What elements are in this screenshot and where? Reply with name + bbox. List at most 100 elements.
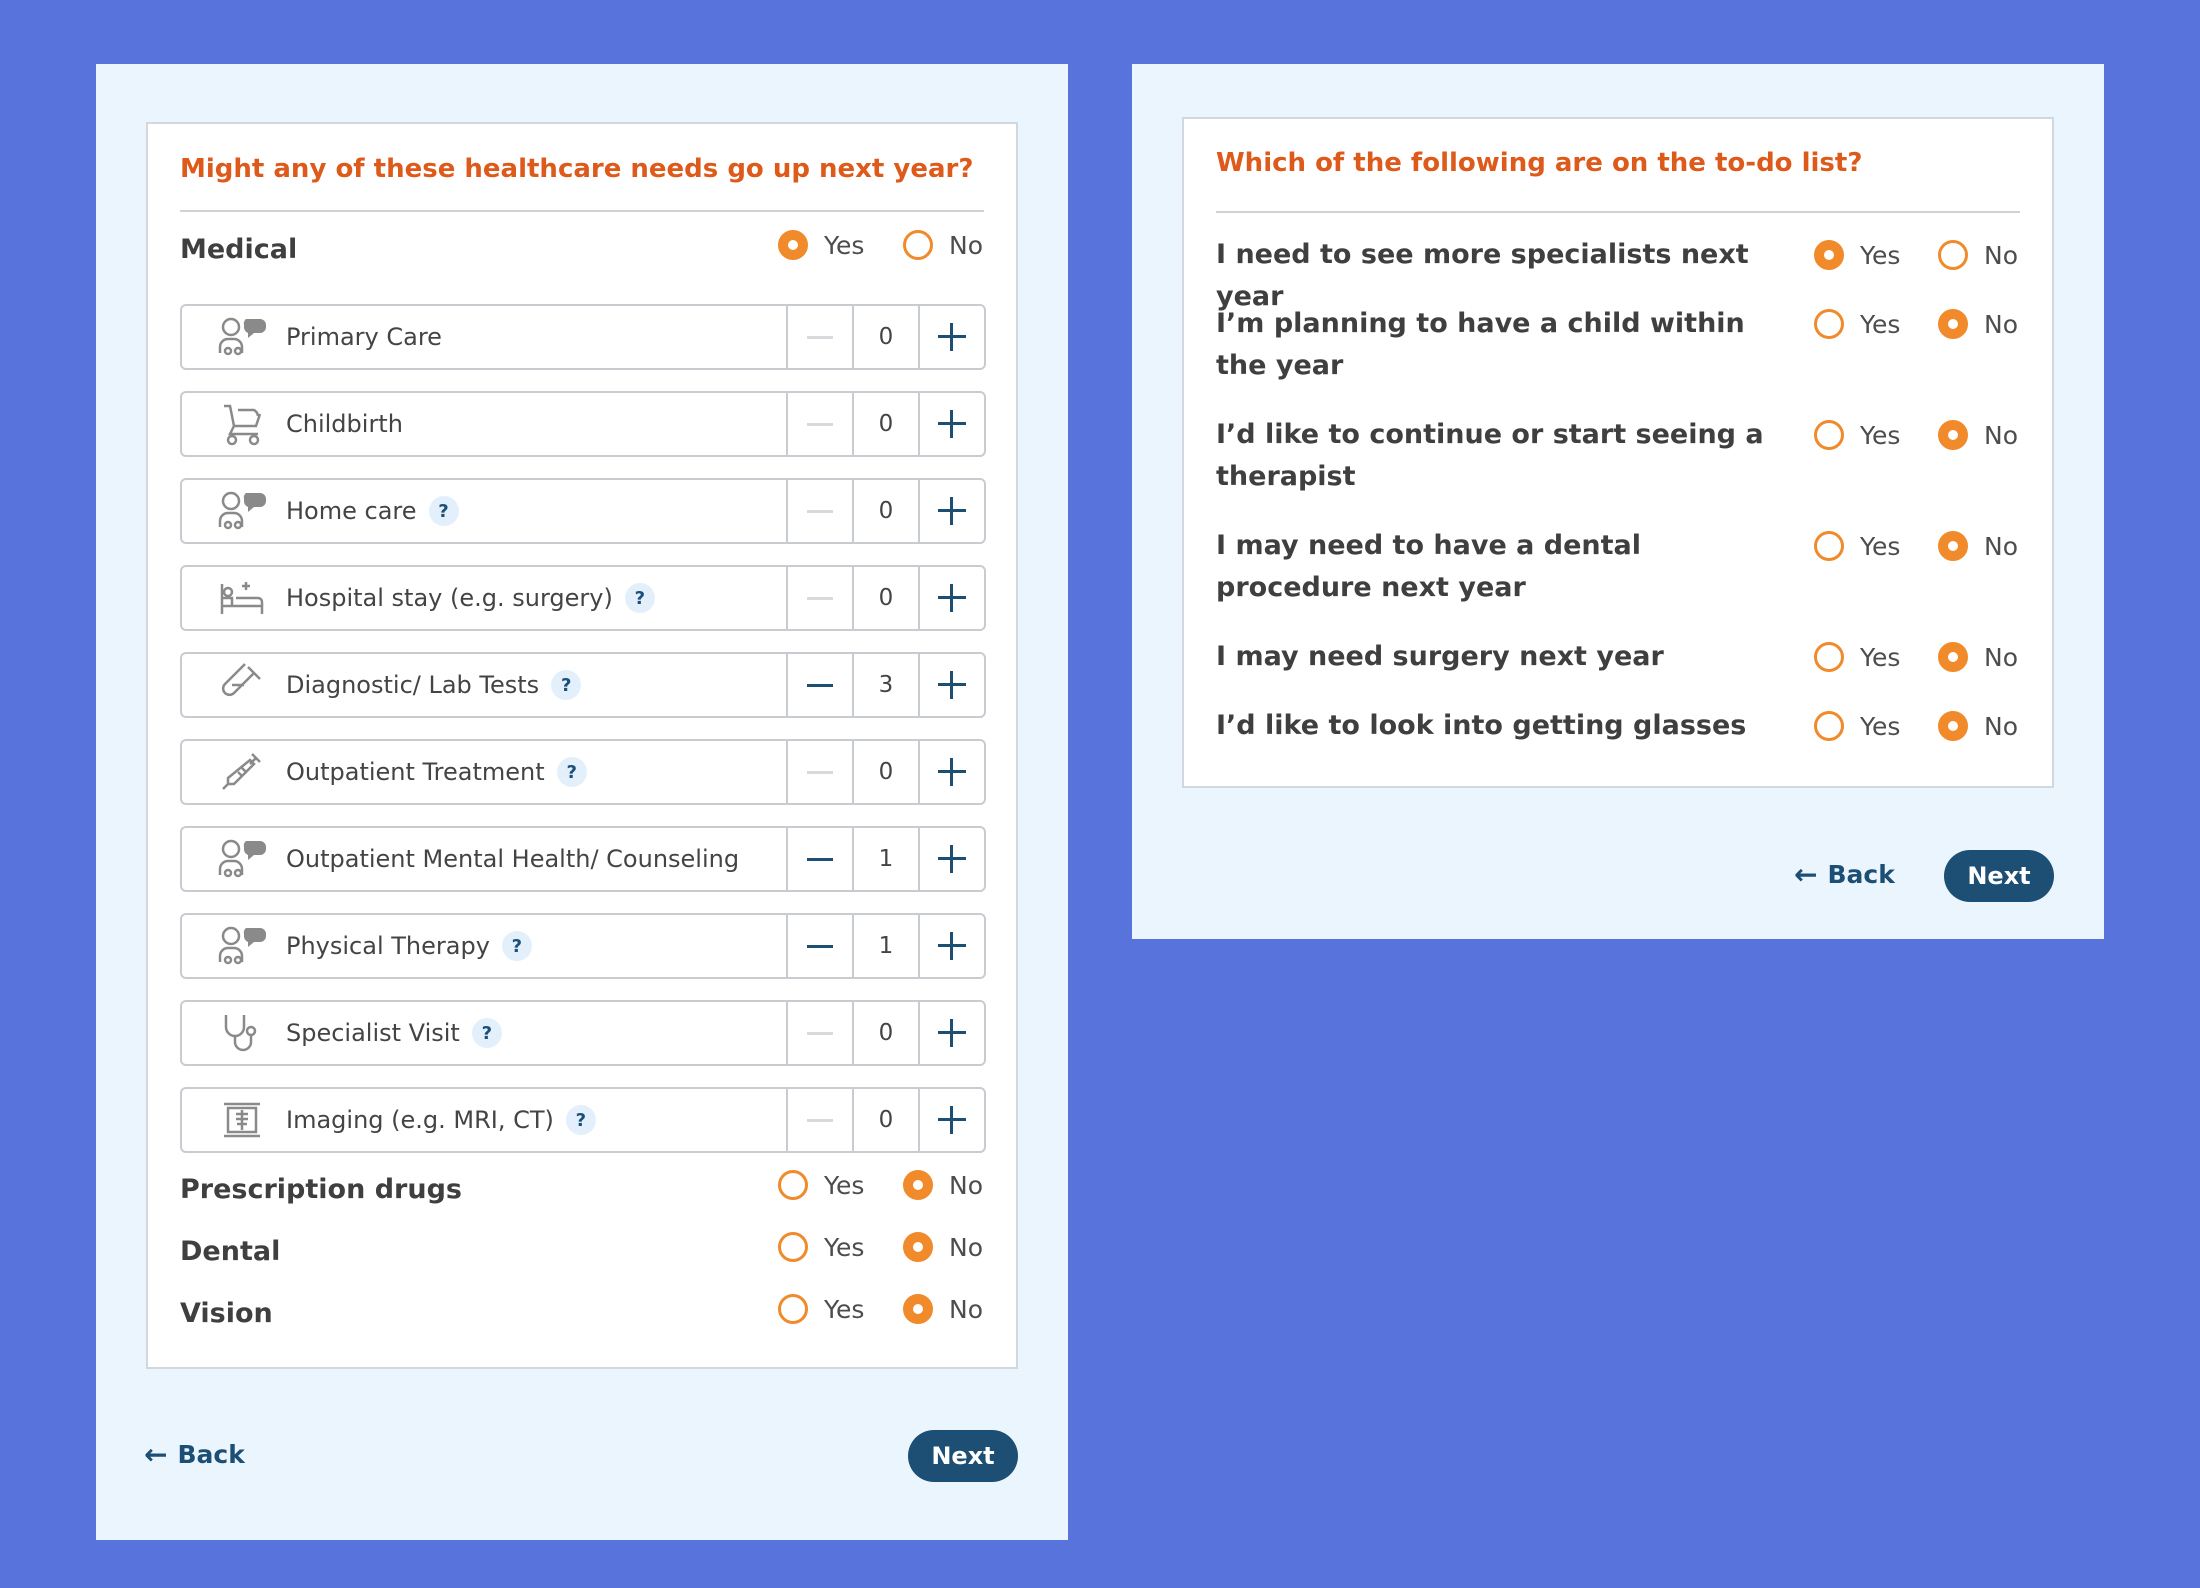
question-title: Which of the following are on the to-do … (1216, 148, 1863, 178)
quantity-stepper: 0 (786, 1002, 984, 1064)
service-label-text: Primary Care (286, 323, 442, 351)
medical-yes-radio[interactable]: Yes (778, 230, 903, 260)
radio-circle (778, 1170, 808, 1200)
plus-icon (938, 410, 966, 438)
todo-no-radio[interactable]: No (1938, 309, 2018, 339)
todo-no-radio[interactable]: No (1938, 642, 2018, 672)
next-button[interactable]: Next (1944, 850, 2054, 902)
prescription-yes-radio[interactable]: Yes (778, 1170, 903, 1200)
minus-icon (807, 422, 833, 426)
help-icon[interactable]: ? (565, 1105, 596, 1135)
todo-no-radio[interactable]: No (1938, 531, 2018, 561)
todo-item-label: I may need to have a dental procedure ne… (1216, 530, 1642, 603)
todo-item-label: I’m planning to have a child within the … (1216, 308, 1745, 381)
service-label-text: Hospital stay (e.g. surgery) (286, 584, 613, 612)
quantity-value: 0 (852, 306, 918, 368)
service-row-primary-care: Primary Care 0 (180, 304, 986, 370)
radio-label: No (949, 1170, 983, 1200)
back-button[interactable]: ← Back (144, 1438, 245, 1471)
decrement-button[interactable] (786, 393, 852, 455)
increment-button[interactable] (918, 828, 984, 890)
dental-yes-radio[interactable]: Yes (778, 1232, 903, 1262)
increment-button[interactable] (918, 915, 984, 977)
todo-yes-radio[interactable]: Yes (1814, 240, 1938, 270)
people-chat-icon (212, 315, 272, 359)
medical-label: Medical (180, 234, 298, 265)
help-icon[interactable]: ? (501, 931, 532, 961)
decrement-button[interactable] (786, 915, 852, 977)
radio-circle (1938, 711, 1968, 741)
quantity-value: 3 (852, 654, 918, 716)
increment-button[interactable] (918, 654, 984, 716)
radio-label: Yes (1860, 711, 1901, 741)
help-icon[interactable]: ? (428, 496, 459, 526)
plus-icon (938, 758, 966, 786)
radio-circle (1938, 531, 1968, 561)
decrement-button[interactable] (786, 1002, 852, 1064)
decrement-button[interactable] (786, 828, 852, 890)
back-button[interactable]: ← Back (1794, 858, 1895, 891)
todo-yes-radio[interactable]: Yes (1814, 642, 1938, 672)
xray-icon (212, 1098, 272, 1142)
quantity-stepper: 0 (786, 306, 984, 368)
radio-label: No (1984, 420, 2018, 450)
increment-button[interactable] (918, 1002, 984, 1064)
prescription-no-radio[interactable]: No (903, 1170, 983, 1200)
todo-yes-radio[interactable]: Yes (1814, 531, 1938, 561)
service-label-text: Outpatient Mental Health/ Counseling (286, 845, 740, 873)
todo-no-radio[interactable]: No (1938, 711, 2018, 741)
service-row-home-care: Home care? 0 (180, 478, 986, 544)
prescription-radio-group: Yes No (778, 1170, 983, 1200)
service-label-text: Childbirth (286, 410, 403, 438)
increment-button[interactable] (918, 306, 984, 368)
todo-yes-radio[interactable]: Yes (1814, 420, 1938, 450)
radio-circle (1814, 531, 1844, 561)
decrement-button[interactable] (786, 480, 852, 542)
decrement-button[interactable] (786, 654, 852, 716)
increment-button[interactable] (918, 480, 984, 542)
minus-icon (807, 596, 833, 600)
radio-label: No (1984, 240, 2018, 270)
minus-icon (807, 509, 833, 513)
increment-button[interactable] (918, 393, 984, 455)
todo-yes-radio[interactable]: Yes (1814, 711, 1938, 741)
radio-circle (1814, 309, 1844, 339)
quantity-stepper: 1 (786, 915, 984, 977)
medical-no-radio[interactable]: No (903, 230, 983, 260)
minus-icon (807, 335, 833, 339)
increment-button[interactable] (918, 1089, 984, 1151)
decrement-button[interactable] (786, 567, 852, 629)
help-icon[interactable]: ? (556, 757, 587, 787)
plus-icon (938, 1106, 966, 1134)
next-button[interactable]: Next (908, 1430, 1018, 1482)
todo-no-radio[interactable]: No (1938, 420, 2018, 450)
service-row-imaging: Imaging (e.g. MRI, CT)? 0 (180, 1087, 986, 1153)
help-icon[interactable]: ? (471, 1018, 502, 1048)
radio-label: Yes (824, 1294, 865, 1324)
quantity-value: 0 (852, 567, 918, 629)
decrement-button[interactable] (786, 1089, 852, 1151)
radio-label: Yes (1860, 420, 1901, 450)
todo-no-radio[interactable]: No (1938, 240, 2018, 270)
help-icon[interactable]: ? (624, 583, 655, 613)
todo-yes-radio[interactable]: Yes (1814, 309, 1938, 339)
dental-no-radio[interactable]: No (903, 1232, 983, 1262)
service-label: Diagnostic/ Lab Tests? (286, 670, 786, 700)
radio-circle (903, 1170, 933, 1200)
back-label: Back (177, 1440, 245, 1469)
increment-button[interactable] (918, 741, 984, 803)
todo-list-card: Which of the following are on the to-do … (1182, 117, 2054, 788)
help-icon[interactable]: ? (551, 670, 582, 700)
service-label-text: Specialist Visit (286, 1019, 460, 1047)
vision-no-radio[interactable]: No (903, 1294, 983, 1324)
plus-icon (938, 1019, 966, 1047)
increment-button[interactable] (918, 567, 984, 629)
decrement-button[interactable] (786, 741, 852, 803)
vision-yes-radio[interactable]: Yes (778, 1294, 903, 1324)
quantity-value: 0 (852, 741, 918, 803)
people-chat-icon (212, 924, 272, 968)
dental-label: Dental (180, 1236, 281, 1267)
radio-circle (1814, 420, 1844, 450)
quantity-value: 0 (852, 1002, 918, 1064)
decrement-button[interactable] (786, 306, 852, 368)
